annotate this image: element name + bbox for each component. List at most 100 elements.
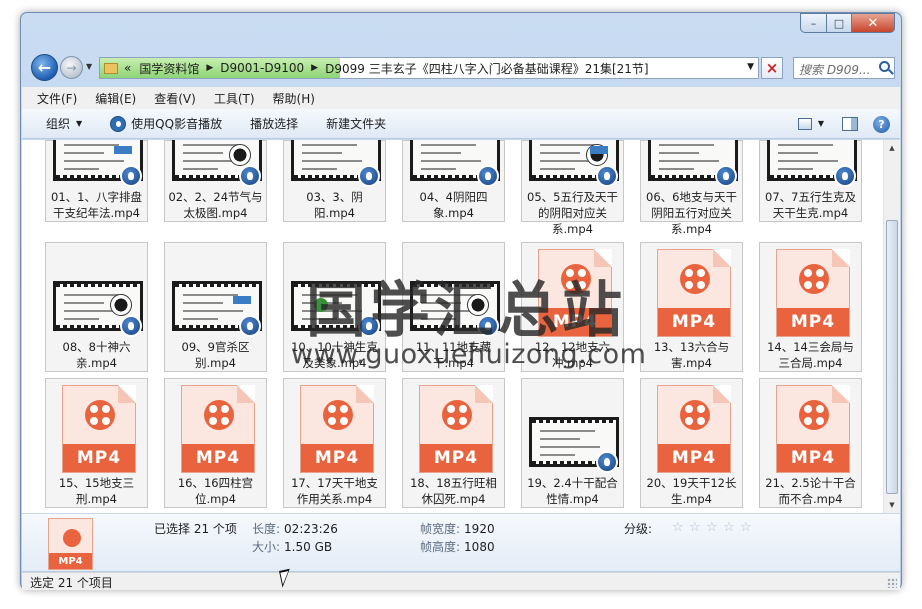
film-reel-icon (85, 400, 115, 430)
file-name: 14、14三会局与三合局.mp4 (767, 340, 854, 370)
close-button[interactable]: ✕ (851, 13, 895, 33)
status-bar: 选定 21 个项目 (22, 572, 900, 590)
film-reel-icon (63, 529, 81, 547)
mp4-badge: MP4 (658, 444, 730, 472)
file-item[interactable]: 01、1、八字排盘干支纪年法.mp4 (45, 140, 148, 222)
search-icon[interactable] (879, 61, 890, 72)
breadcrumb-item-current[interactable]: D9099 三丰玄子《四柱八字入门必备基础课程》21集[21节] (325, 60, 649, 77)
mp4-badge: MP4 (182, 444, 254, 472)
length-field: 长度: 02:23:26 (252, 520, 338, 537)
scroll-down-icon[interactable]: ▼ (884, 497, 900, 513)
file-item[interactable]: 19、2.4十干配合性情.mp4 (521, 378, 624, 508)
frame-height-label: 帧高度: (420, 540, 461, 554)
file-item[interactable]: MP4 20、19天干12长生.mp4 (640, 378, 743, 508)
menu-view[interactable]: 查看(V) (154, 90, 196, 107)
file-item[interactable]: MP4 16、16四柱宫位.mp4 (164, 378, 267, 508)
maximize-button[interactable]: □ (826, 13, 851, 33)
forward-button[interactable]: → (60, 56, 83, 79)
address-bar[interactable]: « 国学资料馆 ▶ D9001-D9100 ▶ D9099 三丰玄子《四柱八字入… (99, 57, 759, 79)
star-icon[interactable]: ☆ (723, 521, 736, 534)
selected-count: 已选择 21 个项 (154, 522, 237, 536)
file-item[interactable]: 02、2、24节气与太极图.mp4 (164, 140, 267, 222)
file-item[interactable]: 03、3、阴阳.mp4 (283, 140, 386, 222)
qq-player-badge-icon (239, 315, 261, 337)
scroll-up-icon[interactable]: ▲ (884, 140, 900, 156)
file-name: 01、1、八字排盘干支纪年法.mp4 (51, 190, 142, 220)
file-item[interactable]: MP4 17、17天干地支作用关系.mp4 (283, 378, 386, 508)
size-value: 1.50 GB (284, 540, 333, 554)
qq-player-badge-icon (834, 165, 856, 187)
back-button[interactable]: ← (31, 54, 58, 81)
film-reel-icon (680, 400, 710, 430)
file-name: 12、12地支六冲.mp4 (534, 340, 611, 370)
file-item[interactable]: MP4 18、18五行旺相休囚死.mp4 (402, 378, 505, 508)
frame-width-value: 1920 (464, 522, 495, 536)
file-item[interactable]: 08、8十神六亲.mp4 (45, 242, 148, 372)
preview-pane-icon[interactable] (842, 117, 858, 131)
breadcrumb-item-range[interactable]: D9001-D9100 (220, 61, 304, 75)
recent-pages-dropdown-icon[interactable]: ▼ (86, 62, 92, 71)
mp4-badge: MP4 (777, 444, 849, 472)
file-name: 18、18五行旺相休囚死.mp4 (410, 476, 497, 506)
new-folder-button[interactable]: 新建文件夹 (326, 115, 386, 132)
file-item[interactable]: MP4 15、15地支三刑.mp4 (45, 378, 148, 508)
file-item[interactable]: 11、11地支藏干.mp4 (402, 242, 505, 372)
rating-stars[interactable]: ☆ ☆ ☆ ☆ ☆ (672, 521, 757, 534)
breadcrumb-chevron-icon[interactable]: ▶ (311, 63, 318, 73)
file-item[interactable]: 05、5五行及天干的阴阳对应关系.mp4 (521, 140, 624, 236)
scroll-thumb[interactable] (886, 220, 898, 494)
view-dropdown-icon[interactable]: ▼ (818, 119, 824, 128)
stop-button[interactable]: × (761, 57, 783, 79)
file-item[interactable]: 06、6地支与天干阴阳五行对应关系.mp4 (640, 140, 743, 236)
film-reel-icon (323, 400, 353, 430)
status-text: 选定 21 个项目 (30, 576, 113, 590)
qq-player-badge-icon (477, 165, 499, 187)
view-options-icon[interactable] (798, 118, 812, 130)
organize-button[interactable]: 组织 ▼ (46, 115, 82, 132)
file-name: 10、10十神生克及类象.mp4 (291, 340, 378, 370)
file-name: 09、9官杀区别.mp4 (181, 340, 250, 370)
qq-player-icon (110, 115, 127, 132)
minimize-button[interactable]: – (800, 13, 826, 33)
menu-bar: 文件(F) 编辑(E) 查看(V) 工具(T) 帮助(H) (22, 87, 900, 109)
mp4-file-icon: MP4 (300, 385, 374, 473)
address-dropdown-icon[interactable]: ▼ (747, 62, 754, 72)
folder-icon (104, 62, 118, 74)
menu-edit[interactable]: 编辑(E) (95, 90, 136, 107)
file-item[interactable]: MP4 13、13六合与害.mp4 (640, 242, 743, 372)
play-with-qq-label: 使用QQ影音播放 (131, 117, 223, 131)
play-with-qq-button[interactable]: 使用QQ影音播放 (110, 115, 222, 132)
mp4-badge: MP4 (420, 444, 492, 472)
star-icon[interactable]: ☆ (706, 521, 719, 534)
mp4-file-icon: MP4 (776, 385, 850, 473)
mp4-file-icon: MP4 (181, 385, 255, 473)
mp4-badge: MP4 (658, 308, 730, 336)
star-icon[interactable]: ☆ (689, 521, 702, 534)
file-item[interactable]: 09、9官杀区别.mp4 (164, 242, 267, 372)
file-name: 03、3、阴阳.mp4 (306, 190, 363, 220)
breadcrumb-item-root[interactable]: 国学资料馆 (139, 60, 199, 77)
film-reel-icon (442, 400, 472, 430)
file-item[interactable]: MP4 12、12地支六冲.mp4 (521, 242, 624, 372)
title-buttons: – □ ✕ (800, 13, 895, 33)
play-selection-button[interactable]: 播放选择 (250, 115, 298, 132)
file-item[interactable]: MP4 21、2.5论十干合而不合.mp4 (759, 378, 862, 508)
file-item[interactable]: 10、10十神生克及类象.mp4 (283, 242, 386, 372)
help-icon[interactable]: ? (873, 116, 890, 133)
file-item[interactable]: MP4 14、14三会局与三合局.mp4 (759, 242, 862, 372)
menu-help[interactable]: 帮助(H) (273, 90, 315, 107)
vertical-scrollbar[interactable]: ▲ ▼ (883, 140, 900, 513)
star-icon[interactable]: ☆ (740, 521, 753, 534)
film-reel-icon (204, 400, 234, 430)
search-input[interactable]: 搜索 D909... (793, 57, 895, 79)
file-item[interactable]: 07、7五行生克及天干生克.mp4 (759, 140, 862, 222)
menu-file[interactable]: 文件(F) (37, 90, 77, 107)
resize-grip-icon[interactable] (887, 578, 897, 588)
star-icon[interactable]: ☆ (672, 521, 685, 534)
menu-tools[interactable]: 工具(T) (214, 90, 255, 107)
breadcrumb-chevron-icon[interactable]: ▶ (206, 63, 213, 73)
qq-player-badge-icon (239, 165, 261, 187)
file-item[interactable]: 04、4阴阳四象.mp4 (402, 140, 505, 222)
file-name: 21、2.5论十干合而不合.mp4 (765, 476, 856, 506)
breadcrumb-prefix[interactable]: « (124, 61, 131, 75)
